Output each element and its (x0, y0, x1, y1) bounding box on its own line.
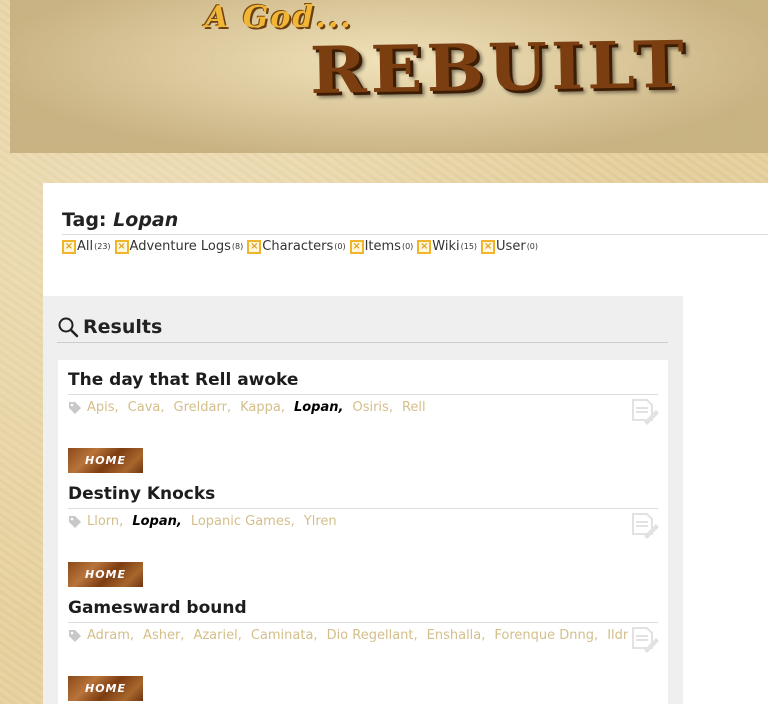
tag-text: Rell (401, 400, 426, 415)
filter-count: (0) (334, 242, 346, 251)
tag-link[interactable]: Dio Regellant, (327, 628, 418, 643)
tag-link[interactable]: Azariel, (193, 628, 241, 643)
tag-link[interactable]: Caminata, (251, 628, 318, 643)
filter-count: (0) (526, 242, 539, 251)
document-edit-icon[interactable] (630, 398, 660, 428)
result-tags: Apis, Cava, Greldarr, Kappa, Lopan, Osir… (68, 400, 628, 415)
tag-text: Llorn (87, 514, 120, 529)
tag-link[interactable]: Cava, (128, 400, 165, 415)
x-box-icon[interactable]: × (62, 239, 76, 254)
tag-name: Lopan (113, 209, 179, 231)
tag-link[interactable]: Enshalla, (427, 628, 486, 643)
tag-link[interactable]: Asher, (143, 628, 184, 643)
tag-text: Lopan (293, 400, 339, 415)
tag-text: Lopanic Games (190, 514, 291, 529)
tag-text: Kappa (240, 400, 281, 415)
banner-subtitle: A God... (205, 0, 353, 35)
filter-adventure-logs[interactable]: × Adventure Logs (8) (114, 239, 244, 254)
filter-label: Items (364, 239, 401, 254)
tag-link[interactable]: Ylren (304, 514, 337, 529)
site-banner[interactable]: A God... REBUILT (10, 0, 768, 153)
tag-link[interactable]: Forenque Dnng, (494, 628, 598, 643)
tag-link[interactable]: Greldarr, (174, 400, 232, 415)
tag-text: Forenque Dnng (494, 628, 595, 643)
filter-bar: × All (23) × Adventure Logs (8) × Characte… (62, 239, 542, 254)
tag-link[interactable]: Rell (402, 400, 426, 415)
list-item: The day that Rell awoke Apis, Cava, Grel… (58, 360, 668, 474)
home-button[interactable]: HOME (68, 562, 143, 587)
banner-title: REBUILT (309, 26, 689, 110)
x-box-icon[interactable]: × (481, 239, 496, 254)
tag-text: Lopan (132, 514, 177, 529)
filter-label: Adventure Logs (129, 239, 231, 254)
tag-icon (69, 629, 81, 642)
filter-all[interactable]: × All (23) (62, 239, 111, 254)
home-button[interactable]: HOME (68, 676, 143, 701)
results-list: The day that Rell awoke Apis, Cava, Grel… (58, 360, 668, 704)
list-item: Gamesward bound Adram, Asher, Azariel, C… (58, 588, 668, 702)
page-title: Tag: Lopan (62, 209, 768, 235)
x-box-icon[interactable]: × (114, 239, 129, 254)
result-tags: Llorn, Lopan, Lopanic Games, Ylren (68, 514, 628, 529)
filter-label: All (77, 239, 94, 254)
filter-label: Wiki (432, 239, 460, 254)
tag-link-active[interactable]: Lopan, (294, 400, 344, 415)
x-box-icon[interactable]: × (247, 239, 262, 254)
tag-link[interactable]: Llorn, (87, 514, 123, 529)
filter-label: Characters (262, 239, 334, 254)
document-edit-icon[interactable] (630, 626, 660, 656)
result-title[interactable]: The day that Rell awoke (68, 370, 658, 395)
filter-count: (8) (231, 242, 244, 251)
filter-characters[interactable]: × Characters (0) (247, 239, 346, 254)
tag-text: Cava (127, 400, 161, 415)
filter-items[interactable]: × Items (0) (349, 239, 414, 254)
x-box-icon[interactable]: × (417, 239, 432, 254)
filter-label: User (496, 239, 526, 254)
tag-link[interactable]: Lopanic Games, (191, 514, 295, 529)
tag-text: Ildr (607, 628, 628, 643)
tag-text: Enshalla (426, 628, 482, 643)
tag-text: Apis (87, 400, 115, 415)
filter-user[interactable]: × User (0) (481, 239, 538, 254)
tag-text: Ylren (303, 514, 337, 529)
tag-link[interactable]: Osiris, (352, 400, 393, 415)
tag-link[interactable]: Ildr (607, 628, 628, 643)
tag-text: Asher (143, 628, 181, 643)
tag-link[interactable]: Apis, (87, 400, 119, 415)
results-panel: Results The day that Rell awoke Apis, Ca… (43, 296, 683, 704)
home-button[interactable]: HOME (68, 448, 143, 473)
result-tags: Adram, Asher, Azariel, Caminata, Dio Reg… (68, 628, 628, 643)
tag-link[interactable]: Kappa, (240, 400, 285, 415)
results-heading-text: Results (83, 316, 163, 338)
search-icon (58, 317, 79, 338)
tag-label: Tag: (62, 209, 107, 231)
filter-wiki[interactable]: × Wiki (15) (417, 239, 477, 254)
result-title[interactable]: Destiny Knocks (68, 484, 658, 509)
tag-text: Adram (87, 628, 130, 643)
tag-text: Azariel (193, 628, 238, 643)
filter-count: (15) (460, 242, 478, 251)
tag-icon (69, 515, 81, 528)
list-item: Destiny Knocks Llorn, Lopan, Lopanic Gam… (58, 474, 668, 588)
tag-link-active[interactable]: Lopan, (132, 514, 182, 529)
tag-text: Greldarr (173, 400, 227, 415)
filter-count: (23) (94, 242, 111, 251)
document-edit-icon[interactable] (630, 512, 660, 542)
tag-link[interactable]: Adram, (87, 628, 134, 643)
tag-text: Dio Regellant (326, 628, 414, 643)
result-title[interactable]: Gamesward bound (68, 598, 658, 623)
tag-text: Caminata (250, 628, 314, 643)
x-box-icon[interactable]: × (349, 239, 364, 254)
tag-text: Osiris (352, 400, 389, 415)
tag-icon (69, 401, 81, 414)
results-heading: Results (57, 316, 668, 343)
filter-count: (0) (401, 242, 414, 251)
